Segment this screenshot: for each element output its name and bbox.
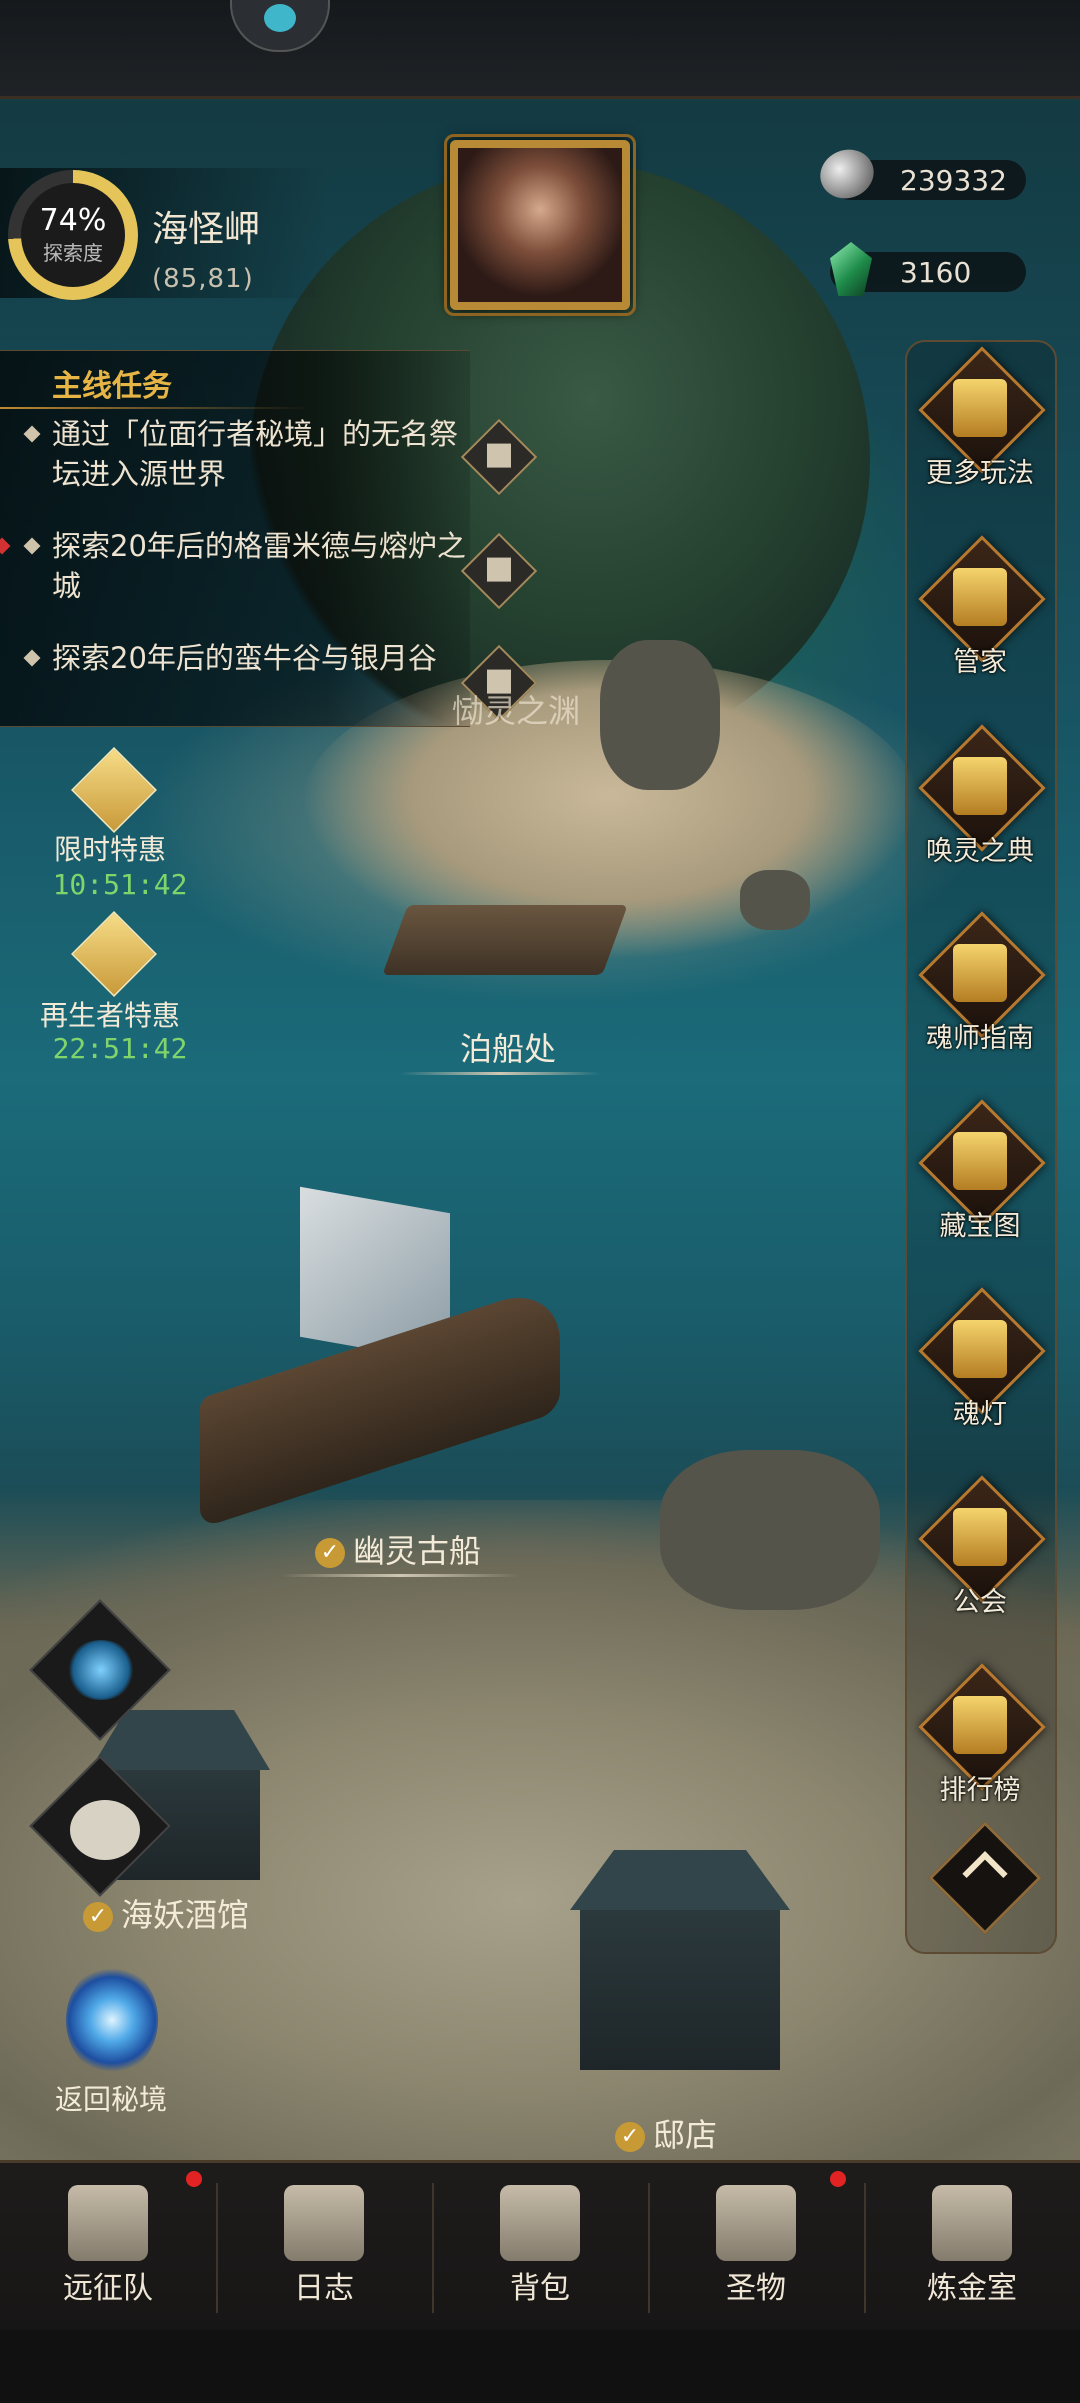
nav-label: 炼金室 [927,2271,1017,2306]
bullet-icon [23,425,41,443]
viking-helmet-icon [68,2185,148,2261]
return-realm-label[interactable]: 返回秘境 [6,2078,216,2118]
nav-expedition[interactable]: 远征队 [0,2163,216,2323]
trophy-icon [953,1696,1007,1754]
side-label: 更多玩法 [926,458,1034,489]
side-steward[interactable]: 管家 [905,535,1055,714]
side-soul-lamp[interactable]: 魂灯 [905,1287,1055,1466]
lamp-icon [953,1320,1007,1378]
quest-title: 主线任务 [52,369,172,404]
exploration-percent: 74% [39,202,107,238]
winged-spirit-icon [66,1640,136,1700]
nav-label: 远征队 [63,2271,153,2306]
alchemy-icon [932,2185,1012,2261]
place-tavern-label: 海妖酒馆 [120,1896,249,1934]
side-more-features[interactable]: 更多玩法 [905,346,1055,525]
gift-box-icon [71,747,157,833]
notification-badge [830,2171,846,2187]
currency-silver[interactable]: 239332 [813,142,1026,206]
side-label: 唤灵之典 [926,836,1034,867]
journal-icon [284,2185,364,2261]
quest-item[interactable]: 通过「位面行者秘境」的无名祭坛进入源世界 [23,414,466,494]
quest-item-text: 通过「位面行者秘境」的无名祭坛进入源世界 [52,417,459,491]
quest-title-underline [0,407,310,409]
nav-journal[interactable]: 日志 [216,2163,432,2323]
offer-label: 限时特惠 [53,833,166,866]
top-frame [0,0,1080,99]
quest-item-text: 探索20年后的格雷米德与熔炉之城 [52,529,466,603]
bread-icon [70,1800,140,1860]
place-abyss[interactable]: 恸灵之渊 [436,686,596,732]
checkmark-icon: ✓ [82,1902,113,1932]
location-name: 海怪岬 [152,209,261,250]
place-dock[interactable]: 泊船处 [408,1024,608,1070]
ghost-ship[interactable] [200,1180,580,1529]
bottom-frame [0,2330,1080,2400]
side-guild[interactable]: 公会 [905,1475,1055,1654]
bird-icon [264,4,296,32]
chevron-up-icon [962,1851,1008,1897]
place-tavern[interactable]: ✓ 海妖酒馆 [56,1890,276,1936]
gift-icon [953,379,1007,437]
goto-icon [487,557,511,582]
dock-structure [382,905,628,975]
side-label: 排行榜 [939,1775,1021,1806]
bullet-icon [23,537,41,555]
bullet-icon [23,649,41,667]
guild-emblem-icon [953,1508,1007,1566]
checkmark-icon: ✓ [614,2122,645,2152]
rock [740,870,810,930]
place-ghost-ship[interactable]: ✓ 幽灵古船 [288,1526,508,1572]
nav-alchemy[interactable]: 炼金室 [864,2163,1080,2323]
place-underline [280,1574,520,1577]
place-underline [400,1072,600,1075]
reborn-offer-button[interactable] [60,911,160,1002]
treasure-map-icon [953,1132,1007,1190]
exploration-progress[interactable]: 74% 探索度 [8,170,138,300]
currency-silver-value: 239332 [900,163,1007,197]
side-leaderboard[interactable]: 排行榜 [905,1663,1055,1842]
goto-icon [487,443,511,468]
side-label: 魂灯 [953,1399,1007,1430]
place-ghost-ship-label: 幽灵古船 [352,1532,481,1570]
offer-timer: 10:51:42 [52,868,188,901]
backpack-icon [500,2185,580,2261]
player-portrait[interactable] [444,134,636,316]
offer-timer: 22:51:42 [52,1032,188,1065]
side-label: 公会 [953,1587,1007,1618]
place-shop-label: 邸店 [652,2116,717,2154]
nav-label: 日志 [294,2271,354,2306]
currency-emerald[interactable]: 3160 [830,242,1026,296]
gift-box-icon [71,911,157,997]
scroll-quill-icon [953,568,1007,626]
place-shop[interactable]: ✓ 邸店 [596,2110,736,2156]
book-icon [953,757,1007,815]
relic-icon [716,2185,796,2261]
limited-offer-button[interactable] [60,747,160,838]
quest-item[interactable]: 探索20年后的蛮牛谷与银月谷 [23,638,466,678]
side-label: 管家 [953,647,1007,678]
nav-backpack[interactable]: 背包 [432,2163,648,2323]
quest-item-text: 探索20年后的蛮牛谷与银月谷 [52,641,437,675]
portal-icon[interactable] [66,1965,158,2075]
side-treasure-map[interactable]: 藏宝图 [905,1099,1055,1278]
location-coords: (85,81) [152,264,254,294]
shop-building[interactable] [570,1850,790,2070]
nav-label: 背包 [510,2271,570,2306]
quest-item[interactable]: 探索20年后的格雷米德与熔炉之城 [23,526,466,606]
currency-emerald-value: 3160 [900,255,972,289]
cliff [660,1450,880,1610]
nav-relics[interactable]: 圣物 [648,2163,864,2323]
side-label: 魂师指南 [926,1023,1034,1054]
side-label: 藏宝图 [939,1211,1021,1242]
checkmark-icon: ✓ [314,1538,345,1568]
nav-label: 圣物 [726,2271,786,2306]
notification-badge [186,2171,202,2187]
exploration-label: 探索度 [43,240,103,265]
rock-formation [600,640,720,790]
side-guide[interactable]: 魂师指南 [905,911,1055,1090]
side-summon-codex[interactable]: 唤灵之典 [905,724,1055,903]
offer-label: 再生者特惠 [39,999,180,1032]
banner-icon [953,944,1007,1002]
